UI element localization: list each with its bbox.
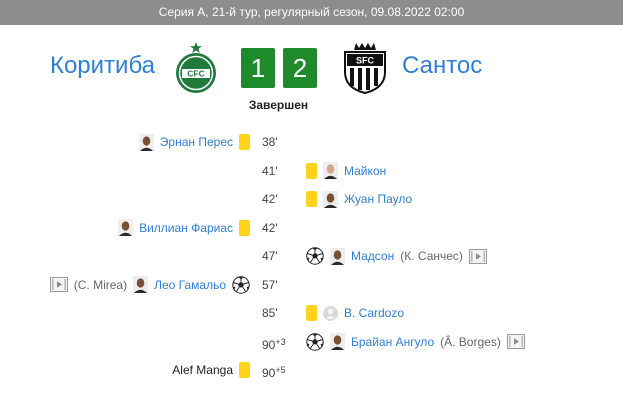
player-avatar	[330, 333, 345, 351]
player-name[interactable]: B. Cardozo	[344, 306, 404, 320]
home-event: Alef Manga	[172, 356, 250, 385]
yellow-card-icon	[239, 219, 250, 236]
home-score: 1	[241, 48, 275, 88]
event-minute-value: 41'	[262, 163, 278, 178]
event-minute: 57'	[262, 271, 302, 300]
yellow-card-icon	[306, 191, 317, 208]
coritiba-logo[interactable]: CFC	[170, 42, 222, 94]
home-event: Эрнан Перес	[138, 128, 250, 157]
player-name[interactable]: Брайан Ангуло	[351, 335, 434, 349]
svg-text:CFC: CFC	[187, 69, 204, 79]
yellow-card-icon	[239, 362, 250, 379]
event-minute-value: 38'	[262, 135, 278, 149]
assist-player[interactable]: (К. Санчес)	[400, 249, 463, 263]
home-team-name[interactable]: Коритиба	[50, 52, 155, 80]
player-avatar	[330, 247, 345, 265]
event-minute-extra: +5	[275, 365, 286, 375]
assist-player[interactable]: (C. Mirea)	[74, 278, 127, 292]
event-minute-value: 57'	[262, 277, 278, 292]
player-avatar	[323, 162, 338, 180]
away-event: Майкон	[306, 157, 386, 186]
soccer-ball-icon	[232, 276, 250, 294]
match-info-bar: Серия А, 21-й тур, регулярный сезон, 09.…	[0, 0, 623, 25]
event-row: 42' Жуан Пауло	[0, 185, 623, 214]
home-event: Виллиан Фариас	[118, 214, 250, 243]
event-minute-value: 90	[262, 337, 276, 352]
event-minute-value: 85'	[262, 306, 278, 320]
event-row: 90+5 Alef Manga	[0, 356, 623, 385]
event-row: 57' (C. Mirea) Лео Гамальо	[0, 271, 623, 300]
video-replay-icon[interactable]	[49, 277, 68, 293]
home-event: (C. Mirea) Лео Гамальо	[49, 271, 250, 300]
assist-player[interactable]: (Â. Borges)	[440, 335, 501, 349]
event-row: 85' B. Cardozo	[0, 299, 623, 328]
event-minute-value: 42'	[262, 192, 278, 206]
player-name[interactable]: Майкон	[344, 164, 386, 178]
event-row: 90+3 Брайан Ангуло (Â. Borges)	[0, 328, 623, 357]
event-minute-value: 42'	[262, 220, 278, 235]
event-minute: 42'	[262, 185, 302, 214]
svg-text:SFC: SFC	[356, 56, 375, 66]
yellow-card-icon	[239, 134, 250, 151]
player-name[interactable]: Лео Гамальо	[154, 278, 226, 292]
event-row: 42' Виллиан Фариас	[0, 214, 623, 243]
event-minute: 41'	[262, 157, 302, 186]
soccer-ball-icon	[306, 247, 324, 265]
away-event: B. Cardozo	[306, 299, 404, 328]
yellow-card-icon	[306, 305, 317, 322]
event-row: 38' Эрнан Перес	[0, 128, 623, 157]
event-row: 47' Мадсон (К. Санчес)	[0, 242, 623, 271]
event-minute-value: 90	[262, 366, 276, 380]
player-name[interactable]: Виллиан Фариас	[139, 221, 233, 235]
event-minute: 90+5	[262, 356, 302, 385]
player-name[interactable]: Эрнан Перес	[160, 135, 233, 149]
away-score: 2	[283, 48, 317, 88]
event-minute: 90+3	[262, 328, 302, 357]
event-minute: 85'	[262, 299, 302, 328]
away-team-name[interactable]: Сантос	[402, 52, 482, 80]
event-row: 41' Майкон	[0, 157, 623, 186]
video-replay-icon[interactable]	[468, 248, 487, 264]
event-minute: 42'	[262, 214, 302, 243]
player-name[interactable]: Жуан Пауло	[344, 192, 412, 206]
player-avatar	[138, 133, 154, 151]
away-event: Мадсон (К. Санчес)	[306, 242, 487, 271]
video-replay-icon[interactable]	[506, 334, 525, 350]
player-name: Alef Manga	[172, 363, 233, 378]
player-placeholder-avatar	[323, 305, 338, 321]
match-status: Завершен	[248, 98, 309, 112]
event-minute: 38'	[262, 128, 302, 157]
santos-logo[interactable]: SFC	[339, 42, 391, 94]
soccer-ball-icon	[306, 333, 324, 351]
player-avatar	[118, 219, 134, 237]
event-minute-value: 47'	[262, 249, 278, 263]
event-minute: 47'	[262, 242, 302, 271]
event-minute-extra: +3	[275, 336, 286, 347]
away-event: Жуан Пауло	[306, 185, 412, 214]
player-avatar	[133, 276, 149, 294]
match-info-title: Серия А, 21-й тур, регулярный сезон, 09.…	[158, 5, 465, 19]
yellow-card-icon	[306, 162, 317, 179]
away-event: Брайан Ангуло (Â. Borges)	[306, 328, 525, 357]
player-name[interactable]: Мадсон	[351, 249, 394, 263]
player-avatar	[323, 190, 338, 208]
match-events-timeline: 38' Эрнан Перес 41' Майкон 42' Жуан Пауло 42' В…	[0, 128, 623, 385]
